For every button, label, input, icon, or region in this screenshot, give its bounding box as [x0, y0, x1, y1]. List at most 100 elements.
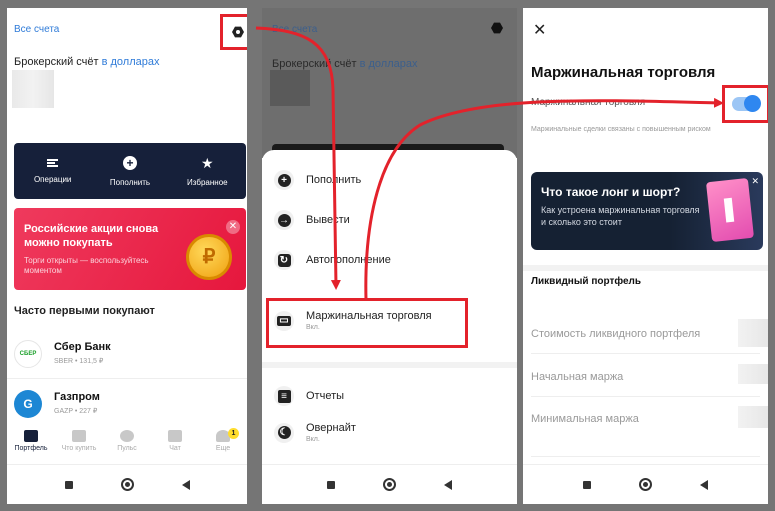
notification-badge: 1 — [228, 428, 239, 439]
blurred-balance — [12, 70, 54, 108]
divider — [531, 396, 760, 397]
stock-meta: SBER • 131,5 ₽ — [54, 358, 104, 365]
tab-pulse[interactable]: Пульс — [103, 430, 151, 466]
long-short-promo-card[interactable]: Что такое лонг и шорт? Как устроена марж… — [531, 172, 763, 250]
menu-item-margin-trading[interactable]: ▭ Маржинальная торговля Вкл. — [274, 310, 432, 331]
screen-margin-trading: ✕ Маржинальная торговля Маржинальная тор… — [523, 8, 768, 504]
tab-what-to-buy[interactable]: Что купить — [55, 430, 103, 466]
plus-icon: + — [122, 155, 137, 170]
action-favorites[interactable]: ★ Избранное — [169, 143, 246, 199]
tab-label: Пульс — [117, 445, 137, 452]
blurred-value — [738, 319, 768, 347]
chat-icon — [168, 430, 182, 442]
all-accounts-link: Все счета — [272, 24, 318, 35]
stock-meta: GAZP • 227 ₽ — [54, 408, 98, 415]
account-label: Брокерский счёт — [272, 58, 357, 70]
recents-icon[interactable] — [64, 480, 73, 489]
menu-item-label: Отчеты — [306, 390, 345, 402]
promo-subtitle: Как устроена маржинальная торговля и ско… — [541, 205, 700, 227]
tab-label: Еще — [215, 445, 231, 452]
reports-icon: ≡ — [277, 389, 291, 403]
briefcase-icon — [24, 430, 38, 442]
divider — [531, 353, 760, 354]
list-item[interactable]: СБЕР Сбер Банк SBER • 131,5 ₽ — [14, 334, 246, 378]
menu-icon-wrap: → — [274, 210, 294, 230]
account-label: Брокерский счёт — [14, 56, 99, 68]
info-illustration-icon — [705, 177, 755, 243]
withdraw-icon: → — [277, 213, 291, 227]
overnight-icon: ☾ — [277, 426, 291, 439]
account-currency-link[interactable]: в долларах — [102, 56, 160, 68]
menu-icon-wrap: ≡ — [274, 386, 294, 406]
initial-margin-label: Начальная маржа — [531, 371, 624, 383]
account-title: Брокерский счёт в долларах — [272, 58, 418, 70]
page-title: Маржинальная торговля — [531, 64, 716, 81]
tab-label: Чат — [169, 445, 181, 452]
settings-gear-icon[interactable] — [232, 26, 244, 38]
quick-actions-bar: Операции + Пополнить ★ Избранное — [14, 143, 246, 199]
home-icon[interactable] — [120, 478, 134, 491]
menu-item-status: Вкл. — [306, 324, 320, 331]
home-icon[interactable] — [383, 478, 396, 491]
screen-account-menu: Все счета Брокерский счёт в долларах + П… — [262, 8, 517, 504]
sber-logo-icon: СБЕР — [14, 340, 42, 368]
close-icon[interactable]: ✕ — [533, 20, 546, 40]
menu-item-label: Маржинальная торговля — [306, 310, 432, 322]
android-nav-bar — [523, 464, 768, 504]
operations-icon — [47, 158, 59, 167]
margin-trading-toggle[interactable] — [732, 95, 761, 112]
promo-banner[interactable]: Российские акции снова можно покупать То… — [14, 208, 246, 290]
blurred-value — [738, 364, 768, 384]
toggle-label: Маржинальная торговля — [531, 97, 646, 108]
close-icon[interactable]: ✕ — [751, 176, 759, 187]
blurred-value — [738, 406, 768, 428]
menu-icon-wrap: + — [274, 170, 294, 190]
divider — [262, 362, 517, 368]
dimmed-background[interactable]: Все счета Брокерский счёт в долларах — [262, 8, 517, 158]
account-currency: в долларах — [359, 58, 418, 70]
liquid-portfolio-value-label: Стоимость ликвидного портфеля — [531, 328, 701, 340]
promo-title: Что такое лонг и шорт? — [541, 185, 681, 199]
menu-item-topup[interactable]: + Пополнить — [274, 170, 361, 190]
close-icon[interactable]: ✕ — [226, 220, 240, 234]
back-icon[interactable] — [444, 479, 452, 490]
back-icon[interactable] — [181, 479, 190, 490]
menu-item-reports[interactable]: ≡ Отчеты — [274, 386, 344, 406]
menu-icon-wrap: ☾ — [274, 422, 294, 443]
tab-label: Портфель — [14, 445, 48, 452]
blurred-balance — [270, 70, 310, 106]
android-nav-bar — [7, 464, 247, 504]
menu-item-label: Вывести — [306, 214, 350, 226]
recents-icon[interactable] — [583, 480, 591, 489]
bottom-sheet: + Пополнить → Вывести ↻ Автопополнение ▭… — [262, 150, 517, 464]
plus-icon: + — [277, 173, 291, 187]
toggle-highlight — [722, 85, 768, 123]
tab-more[interactable]: Еще 1 — [199, 428, 247, 466]
menu-icon-wrap: ↻ — [274, 250, 294, 270]
back-icon[interactable] — [700, 479, 708, 490]
section-title: Часто первыми покупают — [14, 305, 155, 317]
menu-item-withdraw[interactable]: → Вывести — [274, 210, 350, 230]
tab-chat[interactable]: Чат — [151, 430, 199, 466]
banner-title: Российские акции снова можно покупать — [24, 223, 159, 249]
menu-item-label: Автопополнение — [306, 254, 391, 266]
graduation-cap-icon — [72, 430, 86, 442]
menu-item-overnight[interactable]: ☾ Овернайт Вкл. — [274, 422, 356, 443]
gazprom-logo-icon: G — [14, 390, 42, 418]
menu-item-label: Пополнить — [306, 174, 362, 186]
tab-portfolio[interactable]: Портфель — [7, 430, 55, 466]
divider — [7, 378, 247, 379]
star-icon: ★ — [201, 154, 214, 171]
divider — [531, 456, 760, 457]
pulse-icon — [120, 430, 134, 442]
action-topup[interactable]: + Пополнить — [91, 143, 168, 199]
list-item[interactable]: G Газпром GAZP • 227 ₽ — [14, 384, 246, 428]
all-accounts-link[interactable]: Все счета — [14, 24, 59, 35]
recents-icon[interactable] — [327, 480, 335, 489]
risk-note: Маржинальные сделки связаны с повышенным… — [531, 126, 711, 133]
action-operations[interactable]: Операции — [14, 143, 91, 199]
menu-item-status: Вкл. — [306, 436, 320, 443]
menu-item-autofill[interactable]: ↻ Автопополнение — [274, 250, 391, 270]
home-icon[interactable] — [639, 478, 652, 491]
account-title: Брокерский счёт в долларах — [14, 56, 160, 68]
